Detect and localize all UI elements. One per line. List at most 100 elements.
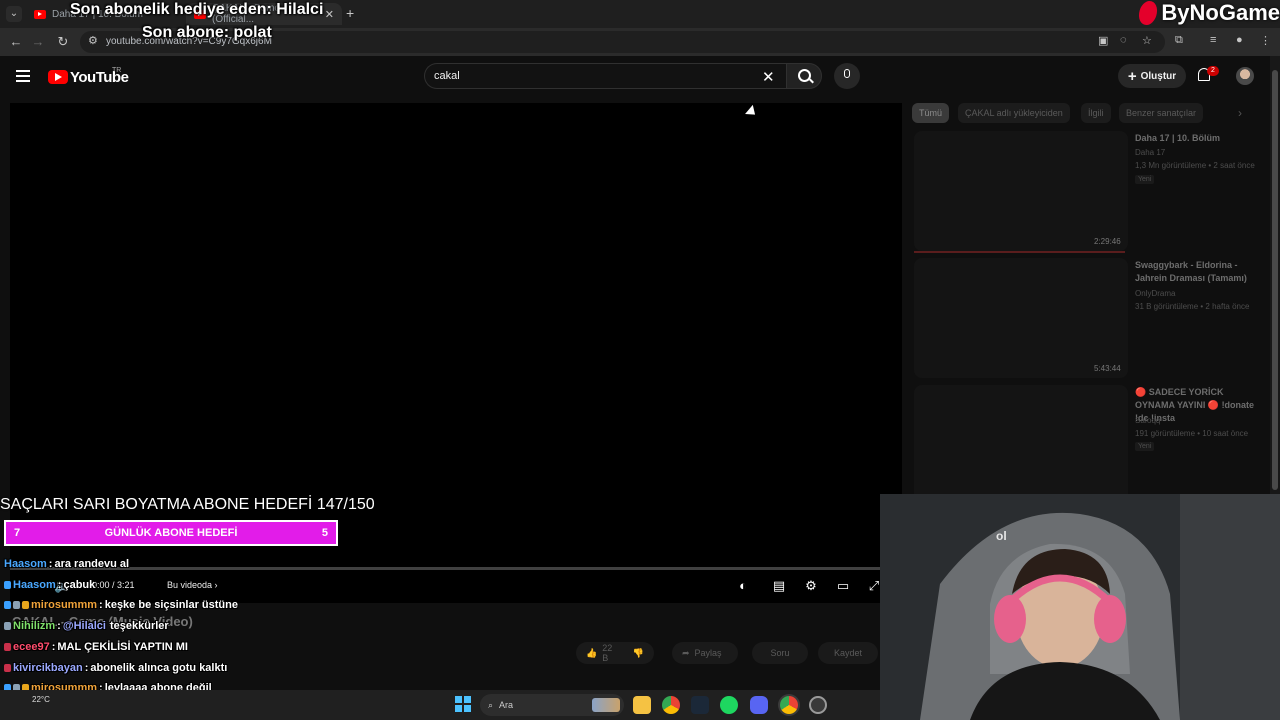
discord-icon[interactable] bbox=[750, 696, 768, 714]
like-count: 22 B bbox=[602, 643, 613, 663]
chat-username: Nihilizm bbox=[13, 620, 56, 632]
voice-search-button[interactable] bbox=[834, 63, 860, 89]
share-button[interactable]: ➦ Paylaş bbox=[672, 642, 738, 664]
weather-widget[interactable]: 22°C bbox=[32, 695, 50, 704]
search-button[interactable] bbox=[786, 63, 822, 89]
rec-thumbnail[interactable] bbox=[914, 385, 1128, 505]
chat-text: ara randevu al bbox=[54, 558, 130, 570]
brand-logo: ByNoGame bbox=[1136, 0, 1280, 26]
chat-message: ecee97 : MAL ÇEKİLİSİ YAPTIN MI bbox=[4, 641, 188, 653]
clear-search-icon[interactable]: ✕ bbox=[762, 68, 775, 86]
site-info-icon[interactable]: ⚙ bbox=[88, 34, 98, 47]
forward-icon[interactable]: → bbox=[30, 34, 46, 49]
goal-label: GÜNLÜK ABONE HEDEFİ bbox=[104, 527, 238, 539]
autoplay-toggle-icon[interactable]: ◐ bbox=[735, 578, 751, 593]
chip-similar-artists[interactable]: Benzer sanatçılar bbox=[1119, 103, 1204, 123]
chip-from-uploader[interactable]: ÇAKAL adlı yükleyiciden bbox=[958, 103, 1070, 123]
reading-list-icon[interactable]: ≡ bbox=[1210, 34, 1216, 46]
chat-username: Haasom bbox=[4, 558, 47, 570]
settings-gear-icon[interactable]: ⚙ bbox=[803, 578, 819, 594]
back-icon[interactable]: ← bbox=[8, 34, 24, 49]
bookmark-star-icon[interactable]: ☆ bbox=[1142, 34, 1152, 47]
time-display: 0:00 / 3:21 bbox=[92, 580, 135, 590]
bynogame-logo-icon bbox=[1136, 1, 1161, 25]
rec-meta: 191 görüntüleme • 10 saat önce bbox=[1135, 429, 1249, 438]
subtitles-icon[interactable]: ▤ bbox=[771, 578, 787, 594]
menu-dots-icon[interactable]: ⋮ bbox=[1260, 34, 1271, 47]
share-label: Paylaş bbox=[694, 648, 722, 658]
obs-icon[interactable] bbox=[809, 696, 827, 714]
chrome-active-icon[interactable] bbox=[780, 696, 798, 714]
daily-goal-bar: 7 GÜNLÜK ABONE HEDEFİ 5 bbox=[4, 520, 338, 546]
rec-channel[interactable]: Daha 17 bbox=[1135, 148, 1165, 157]
rec-thumbnail[interactable] bbox=[914, 131, 1128, 251]
spotify-icon[interactable] bbox=[720, 696, 738, 714]
close-tab-icon[interactable]: ✕ bbox=[325, 8, 334, 21]
create-button[interactable]: + Oluştur bbox=[1118, 64, 1186, 88]
chat-text: keşke be siçsinlar üstüne bbox=[104, 599, 238, 611]
chip-related[interactable]: İlgili bbox=[1081, 103, 1111, 123]
steam-icon[interactable] bbox=[691, 696, 709, 714]
youtube-favicon-icon bbox=[34, 9, 46, 19]
scrollbar-thumb[interactable] bbox=[1272, 70, 1278, 490]
taskbar-search[interactable]: ⌕ Ara bbox=[480, 694, 624, 716]
file-explorer-icon[interactable] bbox=[633, 696, 651, 714]
extensions-icon[interactable]: ⧉ bbox=[1175, 34, 1183, 47]
ask-button[interactable]: Soru bbox=[752, 642, 808, 664]
eye-slash-icon[interactable]: ◌ bbox=[1120, 34, 1127, 46]
chat-separator: : bbox=[99, 599, 103, 611]
goal-left-count: 7 bbox=[14, 527, 21, 539]
brand-text: ByNoGame bbox=[1161, 0, 1280, 25]
rec-title[interactable]: Daha 17 | 10. Bölüm bbox=[1135, 132, 1265, 145]
theater-mode-icon[interactable]: ▭ bbox=[835, 578, 851, 594]
rec-thumbnail[interactable] bbox=[914, 258, 1128, 378]
new-tab-button[interactable]: + bbox=[346, 5, 354, 21]
rec-title[interactable]: Swaggybark - Eldorina - Jahrein Draması … bbox=[1135, 259, 1265, 285]
chat-badge-icon bbox=[4, 643, 11, 651]
youtube-logo-icon[interactable] bbox=[48, 70, 68, 84]
create-label: Oluştur bbox=[1140, 70, 1177, 82]
hamburger-menu-icon[interactable] bbox=[16, 70, 30, 82]
chat-separator: : bbox=[51, 641, 56, 653]
new-badge: Yeni bbox=[1135, 175, 1155, 184]
thumbs-up-icon: 👍 bbox=[586, 647, 598, 658]
chapter-button[interactable]: Bu videoda › bbox=[167, 580, 218, 590]
rec-meta: 31 B görüntüleme • 2 hafta önce bbox=[1135, 302, 1250, 311]
chat-username: mirosummm bbox=[31, 599, 98, 611]
notification-count-badge: 2 bbox=[1207, 66, 1219, 76]
chat-message: kivircikbayan : abonelik alınca gotu kal… bbox=[4, 662, 227, 674]
profile-icon[interactable]: ● bbox=[1236, 34, 1243, 46]
taskbar-search-label: Ara bbox=[499, 700, 514, 710]
tab-search-icon[interactable]: ⌄ bbox=[6, 6, 22, 22]
windows-taskbar bbox=[0, 690, 880, 720]
plus-icon: + bbox=[1127, 67, 1137, 85]
last-gift-overlay: Son abonelik hediye eden: Hilalci bbox=[70, 1, 324, 18]
search-input[interactable] bbox=[434, 66, 754, 86]
avatar[interactable] bbox=[1236, 67, 1254, 85]
chat-username: Haasom bbox=[13, 579, 56, 591]
install-app-icon[interactable]: ▣ bbox=[1098, 34, 1108, 47]
reload-icon[interactable]: ↻ bbox=[55, 34, 71, 50]
chrome-icon[interactable] bbox=[662, 696, 680, 714]
chat-mention: @Hilalci bbox=[62, 620, 106, 632]
rec-channel[interactable]: OnlyDrama bbox=[1135, 289, 1175, 298]
chat-badge-icon bbox=[13, 601, 20, 609]
chevron-right-icon[interactable]: › bbox=[1238, 106, 1242, 120]
search-icon bbox=[798, 69, 811, 82]
ask-label: Soru bbox=[770, 648, 790, 658]
search-highlight-icon bbox=[592, 698, 620, 712]
save-button[interactable]: Kaydet bbox=[818, 642, 878, 664]
windows-start-icon[interactable] bbox=[455, 696, 471, 712]
rec-duration: 2:29:46 bbox=[1094, 237, 1121, 246]
chat-separator: : bbox=[57, 579, 62, 591]
chip-all[interactable]: Tümü bbox=[912, 103, 950, 123]
rec-channel[interactable]: Safoqq bbox=[1135, 416, 1160, 425]
temperature: 22°C bbox=[32, 695, 50, 704]
webcam-feed: ol bbox=[880, 494, 1280, 720]
chat-text: çabuk bbox=[63, 579, 96, 591]
progress-bar[interactable] bbox=[10, 567, 880, 570]
thumbs-down-icon[interactable]: 👎 bbox=[633, 648, 644, 659]
rec-meta: 1,3 Mn görüntüleme • 2 saat önce bbox=[1135, 161, 1255, 170]
like-button[interactable]: 👍 22 B 👎 bbox=[576, 642, 654, 664]
chat-badge-icon bbox=[4, 622, 11, 630]
